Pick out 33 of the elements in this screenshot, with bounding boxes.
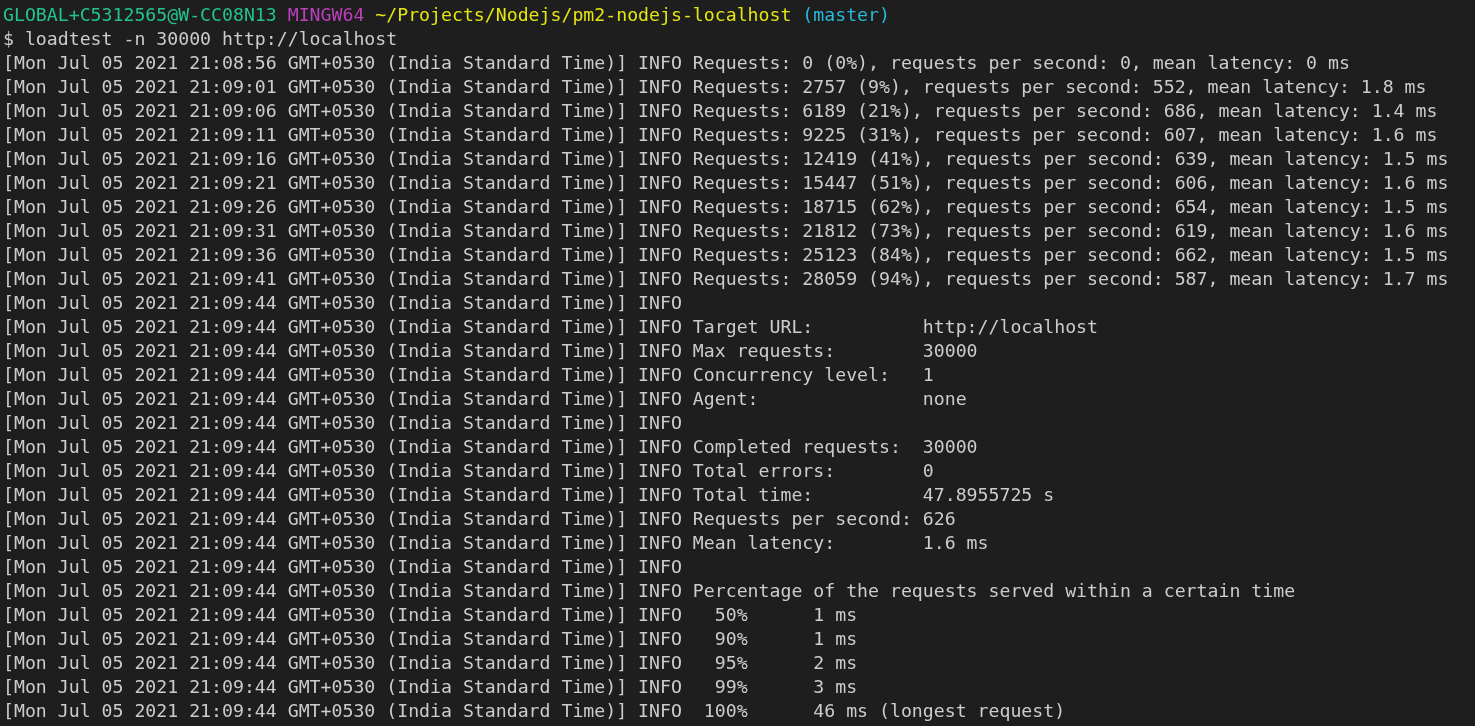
log-line: [Mon Jul 05 2021 21:09:44 GMT+0530 (India Standard Time)] INFO Total errors: 0	[3, 460, 934, 481]
prompt-branch: (master)	[802, 4, 890, 25]
log-line: [Mon Jul 05 2021 21:09:44 GMT+0530 (India Standard Time)] INFO 99% 3 ms	[3, 676, 858, 697]
log-line: [Mon Jul 05 2021 21:09:31 GMT+0530 (India Standard Time)] INFO Requests: 21812 (73%), requests per second: 619, mean latency: 1.6 ms	[3, 220, 1449, 241]
prompt-shell: MINGW64	[287, 4, 365, 25]
log-line: [Mon Jul 05 2021 21:09:44 GMT+0530 (India Standard Time)] INFO	[3, 412, 682, 433]
log-line: [Mon Jul 05 2021 21:09:44 GMT+0530 (India Standard Time)] INFO Completed requests: 30000	[3, 436, 978, 457]
log-line: [Mon Jul 05 2021 21:09:21 GMT+0530 (India Standard Time)] INFO Requests: 15447 (51%), requests per second: 606, mean latency: 1.6 ms	[3, 172, 1449, 193]
log-line: [Mon Jul 05 2021 21:09:44 GMT+0530 (India Standard Time)] INFO Total time: 47.8955725 s	[3, 484, 1055, 505]
log-line: [Mon Jul 05 2021 21:09:44 GMT+0530 (India Standard Time)] INFO 90% 1 ms	[3, 628, 858, 649]
log-line: [Mon Jul 05 2021 21:09:44 GMT+0530 (India Standard Time)] INFO Max requests: 30000	[3, 340, 978, 361]
log-line: [Mon Jul 05 2021 21:09:06 GMT+0530 (India Standard Time)] INFO Requests: 6189 (21%), requests per second: 686, mean latency: 1.4 ms	[3, 100, 1438, 121]
log-line: [Mon Jul 05 2021 21:09:44 GMT+0530 (India Standard Time)] INFO Requests per second: 626	[3, 508, 956, 529]
log-line: [Mon Jul 05 2021 21:09:44 GMT+0530 (India Standard Time)] INFO Target URL: http://localhost	[3, 316, 1098, 337]
log-line: [Mon Jul 05 2021 21:09:16 GMT+0530 (India Standard Time)] INFO Requests: 12419 (41%), requests per second: 639, mean latency: 1.5 ms	[3, 148, 1449, 169]
log-line: [Mon Jul 05 2021 21:08:56 GMT+0530 (India Standard Time)] INFO Requests: 0 (0%), requests per second: 0, mean latency: 0 ms	[3, 52, 1350, 73]
prompt-user-host: GLOBAL+C5312565@W-CC08N13	[3, 4, 277, 25]
log-line: [Mon Jul 05 2021 21:09:44 GMT+0530 (India Standard Time)] INFO 50% 1 ms	[3, 604, 858, 625]
log-line: [Mon Jul 05 2021 21:09:44 GMT+0530 (India Standard Time)] INFO Agent: none	[3, 388, 967, 409]
log-line: [Mon Jul 05 2021 21:09:44 GMT+0530 (India Standard Time)] INFO Concurrency level: 1	[3, 364, 934, 385]
log-line: [Mon Jul 05 2021 21:09:36 GMT+0530 (India Standard Time)] INFO Requests: 25123 (84%), requests per second: 662, mean latency: 1.5 ms	[3, 244, 1449, 265]
log-line: [Mon Jul 05 2021 21:09:26 GMT+0530 (India Standard Time)] INFO Requests: 18715 (62%), requests per second: 654, mean latency: 1.5 ms	[3, 196, 1449, 217]
log-line: [Mon Jul 05 2021 21:09:44 GMT+0530 (India Standard Time)] INFO Percentage of the requests served within a certain time	[3, 580, 1296, 601]
log-line: [Mon Jul 05 2021 21:09:44 GMT+0530 (India Standard Time)] INFO	[3, 292, 682, 313]
log-line: [Mon Jul 05 2021 21:09:41 GMT+0530 (India Standard Time)] INFO Requests: 28059 (94%), requests per second: 587, mean latency: 1.7 ms	[3, 268, 1449, 289]
log-line: [Mon Jul 05 2021 21:09:44 GMT+0530 (India Standard Time)] INFO Mean latency: 1.6 ms	[3, 532, 989, 553]
log-line: [Mon Jul 05 2021 21:09:44 GMT+0530 (India Standard Time)] INFO 100% 46 ms (longest request)	[3, 700, 1066, 721]
prompt-path: ~/Projects/Nodejs/pm2-nodejs-localhost	[375, 4, 792, 25]
log-line: [Mon Jul 05 2021 21:09:44 GMT+0530 (India Standard Time)] INFO	[3, 556, 682, 577]
command-line: $ loadtest -n 30000 http://localhost	[3, 28, 398, 49]
log-line: [Mon Jul 05 2021 21:09:44 GMT+0530 (India Standard Time)] INFO 95% 2 ms	[3, 652, 858, 673]
log-line: [Mon Jul 05 2021 21:09:11 GMT+0530 (India Standard Time)] INFO Requests: 9225 (31%), requests per second: 607, mean latency: 1.6 ms	[3, 124, 1438, 145]
log-line: [Mon Jul 05 2021 21:09:01 GMT+0530 (India Standard Time)] INFO Requests: 2757 (9%), requests per second: 552, mean latency: 1.8 ms	[3, 76, 1427, 97]
